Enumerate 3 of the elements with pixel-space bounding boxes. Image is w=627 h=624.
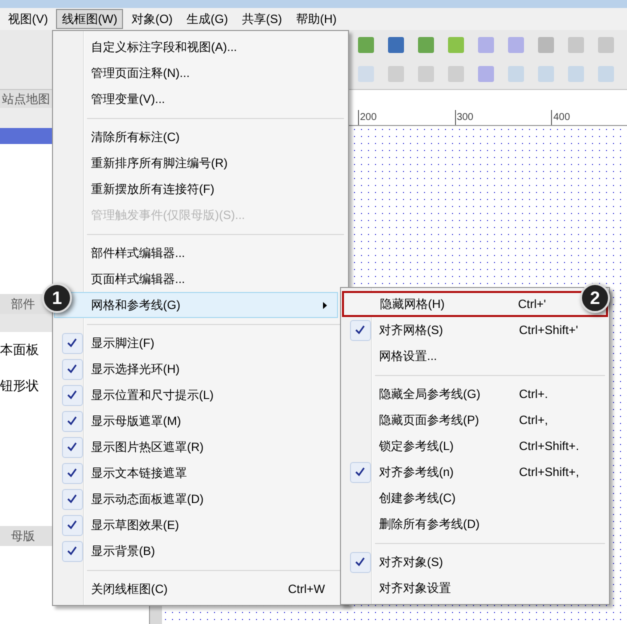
ruler-label: 400 (551, 110, 570, 125)
ruler-label: 300 (454, 110, 474, 125)
ruler-label: 200 (358, 110, 377, 125)
